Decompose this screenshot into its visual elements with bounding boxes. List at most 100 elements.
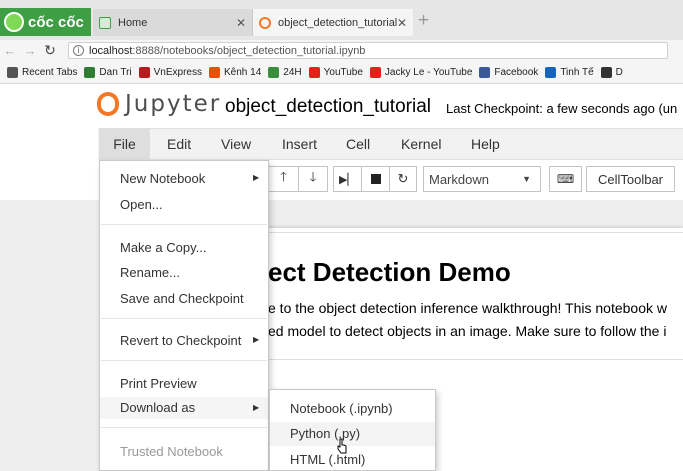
menubar: File Edit View Insert Cell Kernel Help: [0, 128, 683, 160]
bookmark-item[interactable]: Dan Tri: [84, 66, 132, 78]
jupyter-favicon-icon: [259, 16, 271, 29]
cell-heading: ect Detection Demo: [268, 257, 511, 287]
bookmark-item[interactable]: 24H: [268, 66, 302, 78]
stop-icon: [370, 174, 381, 184]
menu-item-download-as[interactable]: Download as: [100, 397, 268, 419]
coccoc-leaf-icon: [4, 12, 24, 32]
download-submenu: Notebook (.ipynb) Python (.py) HTML (.ht…: [269, 389, 436, 471]
cell-text-line: ed model to detect objects in an image. …: [268, 323, 667, 339]
menu-help[interactable]: Help: [471, 136, 500, 152]
bookmarks-bar: Recent Tabs Dan Tri VnExpress Kênh 14 24H You…: [0, 61, 683, 84]
run-button[interactable]: ▶▏: [333, 166, 361, 192]
file-menu-dropdown: New Notebook Open... Make a Copy... Rena…: [99, 160, 269, 471]
bookmark-item[interactable]: Jacky Le - YouTube: [369, 66, 473, 78]
bookmark-label: Recent Tabs: [22, 66, 78, 78]
stop-button[interactable]: [361, 166, 389, 192]
menu-cell[interactable]: Cell: [346, 136, 370, 152]
new-tab-button[interactable]: +: [418, 10, 429, 32]
jupyter-logo[interactable]: Jupyter: [97, 91, 221, 117]
arrow-down-icon: 🡓: [309, 169, 317, 184]
caret-right-icon: ▶: [253, 173, 260, 182]
browser-tabstrip: cốc cốc Home ✕ object_detection_tutorial…: [0, 0, 683, 40]
browser-logo-text: cốc cốc: [28, 13, 84, 31]
bookmark-label: Kênh 14: [224, 66, 262, 78]
bookmark-item[interactable]: YouTube: [308, 66, 363, 78]
menu-divider: [101, 360, 267, 361]
menu-divider: [101, 427, 267, 428]
info-icon[interactable]: i: [73, 45, 84, 56]
caret-right-icon: ▶: [253, 403, 260, 412]
bookmark-label: Facebook: [494, 66, 539, 78]
restart-button[interactable]: ↻: [389, 166, 417, 192]
bookmark-item[interactable]: Facebook: [479, 66, 539, 78]
menu-item-make-copy[interactable]: Make a Copy...: [120, 240, 206, 255]
move-up-button[interactable]: 🡑: [268, 166, 298, 192]
menu-item-new-notebook[interactable]: New Notebook: [120, 171, 205, 186]
chevron-down-icon: ▼: [522, 174, 531, 184]
step-forward-icon: ▶▏: [339, 173, 356, 186]
close-icon[interactable]: ✕: [397, 16, 407, 30]
submenu-item-html[interactable]: HTML (.html): [290, 452, 365, 467]
clock-icon: [7, 66, 18, 78]
address-bar-row: ← → ↻ i localhost :8888/notebooks/object…: [0, 40, 683, 61]
command-palette-button[interactable]: ⌨: [549, 166, 582, 192]
submenu-item-ipynb[interactable]: Notebook (.ipynb): [290, 401, 393, 416]
home-favicon-icon: [99, 16, 111, 29]
vnexpress-icon: [138, 66, 150, 78]
move-down-button[interactable]: 🡓: [298, 166, 328, 192]
tab-home[interactable]: Home ✕: [93, 9, 253, 36]
markdown-cell[interactable]: [268, 232, 683, 360]
bookmark-label: YouTube: [323, 66, 363, 78]
menu-item-print-preview[interactable]: Print Preview: [120, 376, 197, 391]
tab-title: object_detection_tutorial: [278, 16, 397, 29]
menu-edit[interactable]: Edit: [167, 136, 191, 152]
submenu-item-py[interactable]: Python (.py): [270, 422, 435, 446]
bookmark-item[interactable]: D: [600, 66, 623, 78]
menu-view[interactable]: View: [221, 136, 251, 152]
bookmark-item[interactable]: Kênh 14: [209, 66, 262, 78]
cell-type-select[interactable]: Markdown ▼: [423, 166, 541, 192]
bookmark-label: VnExpress: [153, 66, 202, 78]
bookmark-label: Tinh Tế: [560, 66, 594, 78]
reload-icon[interactable]: ↻: [40, 42, 60, 59]
keyboard-icon: ⌨: [556, 172, 575, 186]
checkpoint-status: Last Checkpoint: a few seconds ago (un: [446, 101, 678, 116]
bookmark-label: Jacky Le - YouTube: [384, 66, 473, 78]
url-path: :8888/notebooks/object_detection_tutoria…: [132, 44, 366, 57]
youtube-icon: [369, 66, 381, 78]
dantri-icon: [84, 66, 96, 78]
menu-divider: [101, 224, 267, 225]
forward-arrow-icon[interactable]: →: [20, 43, 40, 58]
menu-kernel[interactable]: Kernel: [401, 136, 441, 152]
browser-logo[interactable]: cốc cốc: [0, 8, 91, 36]
menu-item-trusted: Trusted Notebook: [120, 444, 223, 459]
back-arrow-icon[interactable]: ←: [0, 43, 20, 58]
bookmark-label: Dan Tri: [99, 66, 132, 78]
url-host: localhost: [89, 44, 133, 57]
jupyter-wordmark: Jupyter: [125, 91, 222, 117]
caret-right-icon: ▶: [253, 335, 260, 344]
facebook-icon: [479, 66, 491, 78]
menu-insert[interactable]: Insert: [282, 136, 317, 152]
bookmark-item[interactable]: VnExpress: [138, 66, 202, 78]
bookmark-label: 24H: [283, 66, 302, 78]
bookmark-item[interactable]: Recent Tabs: [7, 66, 78, 78]
youtube-icon: [308, 66, 320, 78]
celltoolbar-button[interactable]: CellToolbar: [586, 166, 675, 192]
kenh14-icon: [209, 66, 220, 78]
arrow-up-icon: 🡑: [280, 169, 287, 184]
url-input[interactable]: i localhost :8888/notebooks/object_detec…: [68, 42, 668, 59]
close-icon[interactable]: ✕: [236, 16, 246, 30]
menu-item-revert[interactable]: Revert to Checkpoint: [120, 333, 241, 348]
tab-notebook[interactable]: object_detection_tutorial ✕: [253, 9, 413, 36]
menu-item-rename[interactable]: Rename...: [120, 265, 180, 280]
menu-item-save-checkpoint[interactable]: Save and Checkpoint: [120, 291, 244, 306]
tinhte-icon: [545, 66, 557, 78]
cell-text-line: e to the object detection inference walk…: [268, 300, 667, 316]
refresh-icon: ↻: [397, 171, 409, 186]
menu-item-open[interactable]: Open...: [120, 197, 163, 212]
notebook-title[interactable]: object_detection_tutorial: [225, 96, 431, 118]
bookmark-item[interactable]: Tinh Tế: [545, 66, 594, 78]
menu-file[interactable]: File: [99, 128, 150, 160]
menu-divider: [101, 318, 267, 319]
